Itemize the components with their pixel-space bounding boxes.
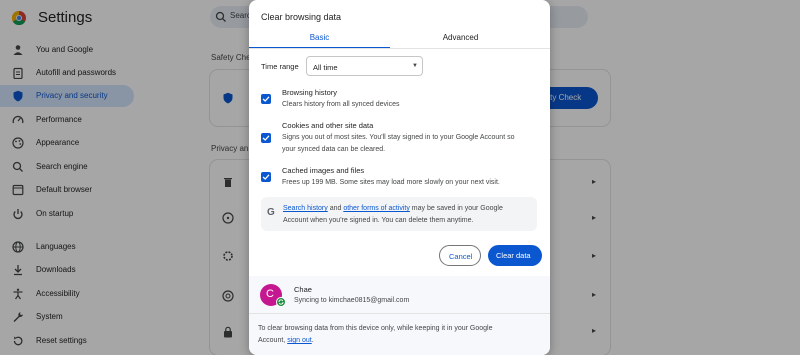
clear-data-button[interactable]: Clear data (488, 245, 542, 266)
time-range-value: All time (313, 63, 338, 72)
info-text: Search history and other forms of activi… (283, 203, 503, 227)
info-connector: and (327, 205, 344, 212)
option-title: Cookies and other site data (282, 121, 374, 130)
cancel-button-label: Cancel (449, 252, 473, 261)
checkmark-icon (262, 96, 270, 102)
dropdown-caret-icon: ▼ (412, 63, 418, 69)
account-section: C Chae Syncing to kimchae0815@gmail.com … (249, 276, 550, 355)
tab-advanced[interactable]: Advanced (390, 27, 531, 49)
other-activity-link[interactable]: other forms of activity (343, 205, 410, 212)
google-g-icon: G (267, 207, 275, 218)
option-title: Browsing history (282, 88, 338, 97)
sign-out-link[interactable]: sign out (287, 337, 312, 344)
footer-line1: To clear browsing data from this device … (258, 325, 493, 332)
checkmark-icon (262, 135, 270, 141)
option-description: Clears history from all synced devices (282, 101, 400, 108)
search-history-link[interactable]: Search history (283, 205, 328, 212)
cookies-checkbox[interactable] (261, 133, 271, 143)
info-text-line2: Account when you're signed in. You can d… (283, 217, 474, 224)
footer-suffix: . (311, 337, 314, 344)
divider (249, 313, 550, 314)
clear-data-button-label: Clear data (496, 251, 531, 260)
tab-basic[interactable]: Basic (249, 27, 390, 49)
option-browsing-history: Browsing history Clears history from all… (261, 88, 539, 114)
tab-advanced-label: Advanced (442, 33, 479, 42)
time-range-label: Time range (261, 62, 299, 71)
time-range-select[interactable]: All time ▼ (306, 56, 423, 76)
option-description: your synced data can be cleared. (282, 146, 386, 153)
account-name: Chae (294, 285, 312, 294)
account-sync-status: Syncing to kimchae0815@gmail.com (294, 297, 410, 304)
info-text-end: may be saved in your Google (409, 205, 503, 212)
option-description: Frees up 199 MB. Some sites may load mor… (282, 179, 500, 186)
google-activity-info: G Search history and other forms of acti… (261, 197, 537, 231)
tab-basic-label: Basic (309, 33, 330, 42)
browsing-history-checkbox[interactable] (261, 94, 271, 104)
sign-out-hint: To clear browsing data from this device … (258, 323, 493, 347)
dialog-title: Clear browsing data (261, 12, 342, 22)
clear-browsing-data-dialog: Clear browsing data Basic Advanced Time … (249, 0, 550, 355)
option-cookies: Cookies and other site data Signs you ou… (261, 121, 539, 157)
checkmark-icon (262, 174, 270, 180)
option-title: Cached images and files (282, 166, 365, 175)
footer-prefix: Account, (258, 337, 288, 344)
cached-images-checkbox[interactable] (261, 172, 271, 182)
avatar-initial: C (266, 288, 274, 300)
option-description: Signs you out of most sites. You'll stay… (282, 134, 515, 141)
option-cached-images: Cached images and files Frees up 199 MB.… (261, 166, 539, 190)
cancel-button[interactable]: Cancel (439, 245, 481, 266)
sync-badge-icon (276, 297, 286, 307)
tab-divider (249, 48, 550, 49)
